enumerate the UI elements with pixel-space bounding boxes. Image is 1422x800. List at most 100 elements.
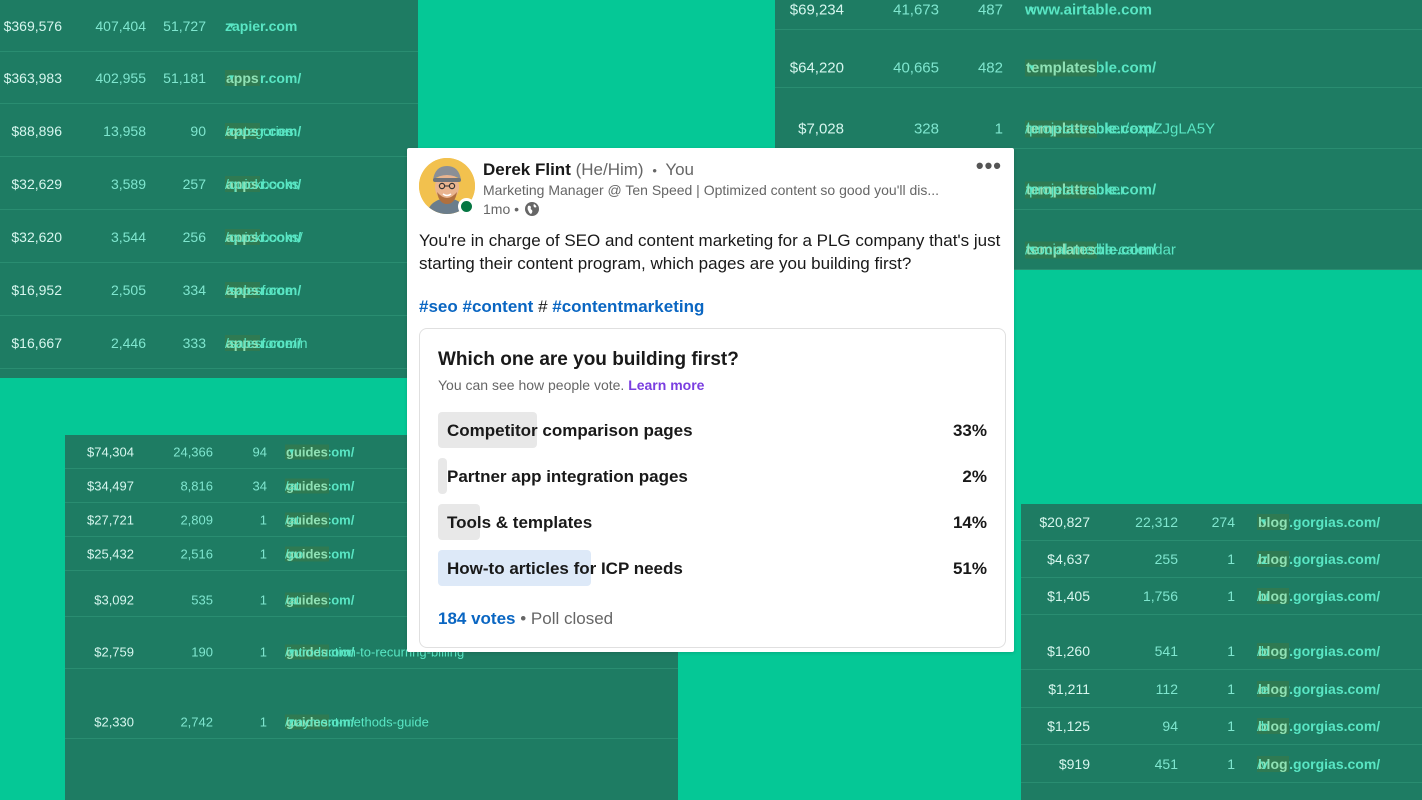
url-segment-highlight: templates: [1025, 59, 1098, 76]
revenue-cell: $27,721: [87, 512, 134, 527]
traffic-cell: 1,756: [1142, 588, 1178, 604]
dropdown-arrow-icon[interactable]: ▾: [1029, 62, 1034, 73]
poll-option[interactable]: How-to articles for ICP needs 51%: [438, 550, 987, 586]
learn-more-link[interactable]: Learn more: [628, 377, 704, 393]
traffic-cell: 22,312: [1135, 514, 1178, 530]
post-time: 1mo •: [483, 201, 520, 217]
hashtag-contentmarketing[interactable]: #contentmarketing: [552, 297, 704, 316]
traffic-cell: 2,742: [180, 714, 213, 729]
revenue-cell: $2,330: [94, 714, 134, 729]
poll-option[interactable]: Competitor comparison pages 33%: [438, 412, 987, 448]
table-row[interactable]: $1,405 1,756 1 www.gorgias.com/blog/u: [1021, 578, 1422, 615]
url-path: /salesforce/in: [225, 334, 308, 351]
table-row[interactable]: $4,637 255 1 www.gorgias.com/blog/z: [1021, 541, 1422, 578]
traffic-cell: 112: [1155, 681, 1178, 697]
table-row[interactable]: $69,234 41,673 487 www.airtable.com ▾: [775, 0, 1422, 30]
hashtag-seo[interactable]: #seo: [419, 297, 458, 316]
url-path: /at: [285, 512, 300, 527]
table-row[interactable]: $2,3302,7421stripe.com/guides/payment-me…: [65, 705, 678, 739]
dropdown-arrow-icon[interactable]: ▾: [1029, 4, 1034, 15]
revenue-cell: $1,211: [1048, 681, 1090, 697]
url-path: /quickbooks/: [225, 228, 303, 245]
url-path: /u: [1257, 588, 1269, 604]
table-row[interactable]: $1,125 94 1 www.gorgias.com/blog/b: [1021, 708, 1422, 745]
poll-box: Which one are you building first? You ca…: [419, 328, 1006, 648]
url-path: /z: [1257, 551, 1268, 567]
table-row[interactable]: $16,667 2,446 333 zapier.com/apps/salesforc…: [0, 317, 418, 369]
keywords-cell: 1: [1227, 718, 1235, 734]
table-row[interactable]: $20,827 22,312 274 www.gorgias.com/blog ▾: [1021, 504, 1422, 541]
table-row[interactable]: $363,983 402,955 51,181 zapier.com/apps ▾: [0, 52, 418, 104]
revenue-cell: $25,432: [87, 546, 134, 561]
table-row[interactable]: $64,22040,665482www.airtable.com/templat…: [775, 48, 1422, 88]
hashtag-content[interactable]: #content: [462, 297, 533, 316]
revenue-cell: $32,629: [11, 175, 62, 192]
url-path: /project-tracker: [1025, 181, 1126, 198]
revenue-cell: $16,952: [11, 281, 62, 298]
traffic-cell: 2,446: [110, 334, 146, 351]
zapier-table-panel: $369,576 407,404 51,727 zapier.com ▾ $363,983…: [0, 0, 418, 378]
keywords-cell: 1: [259, 512, 267, 527]
vote-count-link[interactable]: 184 votes: [438, 609, 516, 628]
keywords-cell: 1: [1227, 756, 1235, 772]
dropdown-arrow-icon[interactable]: ▾: [289, 716, 294, 727]
keywords-cell: 1: [994, 120, 1003, 137]
author-name[interactable]: Derek Flint: [483, 160, 571, 179]
online-status-icon: [458, 198, 475, 215]
poll-subtitle: You can see how people vote. Learn more: [438, 377, 704, 393]
hashtag-empty: #: [538, 297, 548, 316]
traffic-cell: 451: [1154, 756, 1178, 772]
keywords-cell: 334: [182, 281, 206, 298]
poll-question: Which one are you building first?: [438, 349, 739, 370]
revenue-cell: $1,125: [1047, 718, 1090, 734]
keywords-cell: 1: [1227, 681, 1235, 697]
poll-option[interactable]: Tools & templates 14%: [438, 504, 987, 540]
traffic-cell: 541: [1154, 643, 1178, 659]
keywords-cell: 51,727: [163, 17, 206, 34]
dropdown-arrow-icon[interactable]: ▾: [1029, 184, 1034, 195]
table-row[interactable]: $16,952 2,505 334 zapier.com/apps/salesforc…: [0, 264, 418, 316]
traffic-cell: 402,955: [95, 69, 146, 86]
dropdown-arrow-icon[interactable]: ▾: [229, 72, 234, 83]
poll-option-percent: 51%: [952, 559, 987, 578]
table-row[interactable]: $1,260 541 1 www.gorgias.com/blog/b: [1021, 633, 1422, 670]
dropdown-arrow-icon[interactable]: ▾: [229, 125, 234, 136]
more-options-button[interactable]: •••: [976, 155, 1002, 177]
url-path: /v: [1257, 756, 1268, 772]
traffic-cell: 3,589: [110, 175, 146, 192]
revenue-cell: $88,896: [11, 122, 62, 139]
dropdown-arrow-icon[interactable]: ▾: [229, 20, 234, 31]
table-row[interactable]: $7,0283281www.airtable.com/templates/pro…: [775, 109, 1422, 149]
table-row[interactable]: $369,576 407,404 51,727 zapier.com ▾: [0, 0, 418, 52]
poll-visibility-note: You can see how people vote.: [438, 377, 625, 393]
revenue-cell: $20,827: [1039, 514, 1090, 530]
dropdown-arrow-icon[interactable]: ▾: [289, 646, 294, 657]
author-headline: Marketing Manager @ Ten Speed | Optimize…: [483, 182, 940, 198]
table-row[interactable]: $919 451 1 www.gorgias.com/blog/v: [1021, 746, 1422, 783]
dropdown-arrow-icon[interactable]: ▾: [229, 284, 234, 295]
dropdown-arrow-icon[interactable]: ▾: [289, 446, 294, 457]
revenue-cell: $69,234: [789, 1, 844, 18]
revenue-cell: $1,405: [1047, 588, 1090, 604]
traffic-cell: 13,958: [103, 122, 146, 139]
dropdown-arrow-icon[interactable]: ▾: [1029, 244, 1034, 255]
poll-option-percent: 2%: [962, 467, 987, 486]
keywords-cell: 1: [1227, 551, 1235, 567]
traffic-cell: 328: [913, 120, 939, 137]
url-path: /categories: [225, 122, 294, 139]
url-path: /quickbooks: [225, 175, 299, 192]
revenue-cell: $34,497: [87, 478, 134, 493]
traffic-cell: 24,366: [173, 444, 213, 459]
url-path: /b: [1257, 718, 1269, 734]
table-row[interactable]: $1,211 112 1 www.gorgias.com/blog/e: [1021, 671, 1422, 708]
traffic-cell: 94: [1162, 718, 1178, 734]
poll-option-percent: 33%: [952, 421, 987, 440]
table-row[interactable]: $32,620 3,544 256 zapier.com/apps/quickbook…: [0, 211, 418, 263]
table-row[interactable]: $88,896 13,958 90 zapier.com/apps/categorie…: [0, 105, 418, 157]
relation-label: You: [665, 160, 694, 179]
poll-option[interactable]: Partner app integration pages 2%: [438, 458, 987, 494]
table-row[interactable]: $32,629 3,589 257 zapier.com/apps/quickbook…: [0, 158, 418, 210]
traffic-cell: 535: [191, 592, 213, 607]
dropdown-arrow-icon[interactable]: ▾: [1261, 517, 1266, 528]
revenue-cell: $2,759: [94, 644, 134, 659]
